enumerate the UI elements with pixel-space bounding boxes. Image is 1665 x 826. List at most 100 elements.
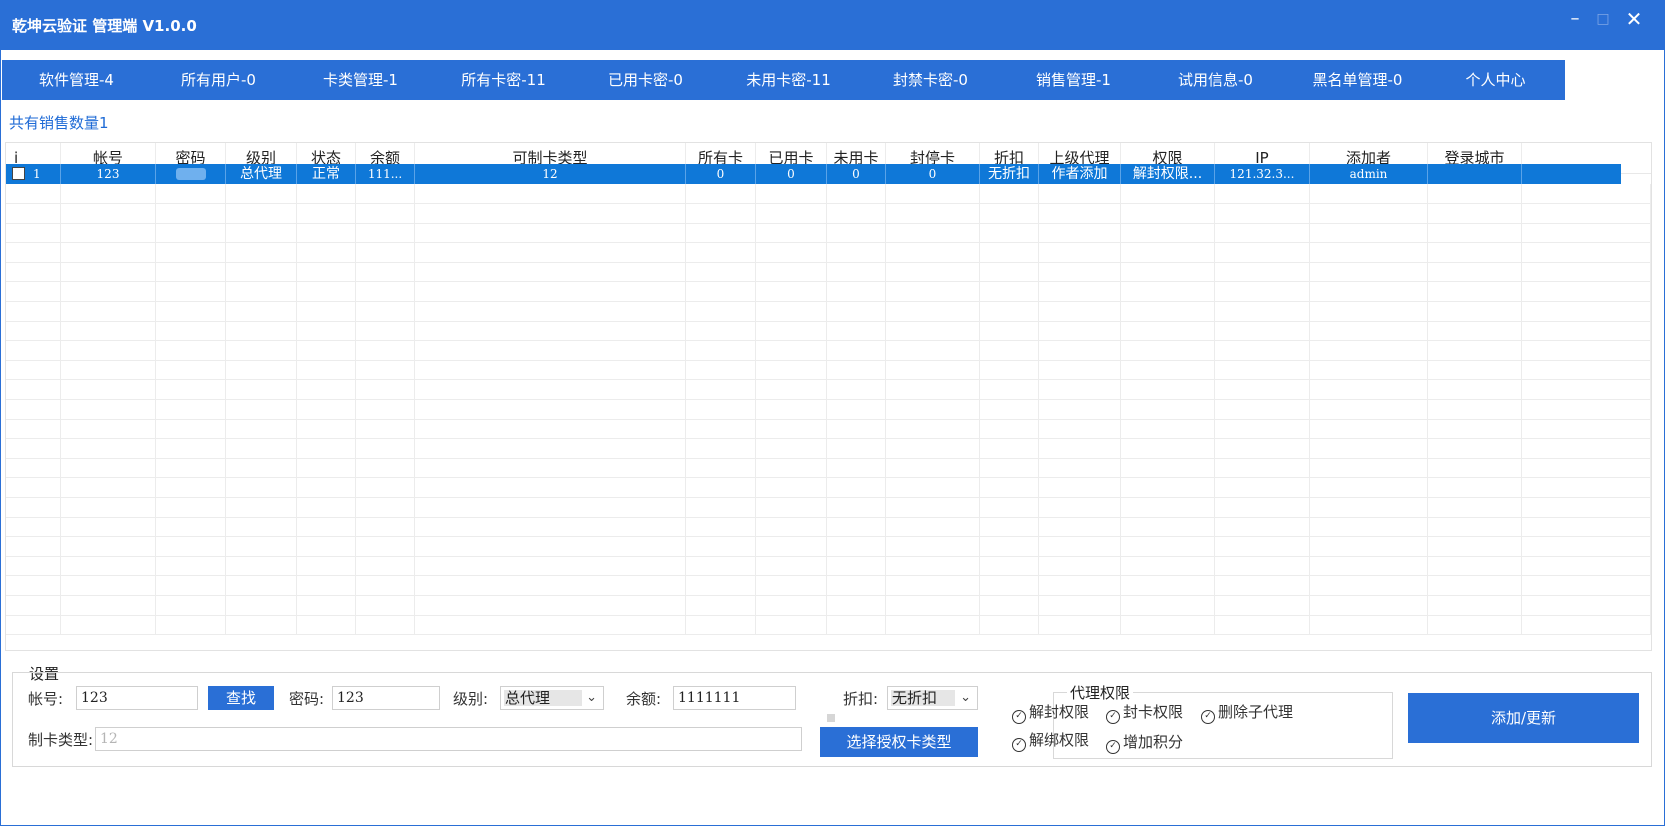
empty-cell (1310, 497, 1428, 518)
tab-unused-card-keys[interactable]: 未用卡密-11 (714, 60, 863, 100)
select-card-type-button[interactable]: 选择授权卡类型 (820, 727, 978, 757)
add-update-button[interactable]: 添加/更新 (1408, 693, 1639, 743)
tab-all-users[interactable]: 所有用户-0 (144, 60, 293, 100)
empty-cell (1121, 223, 1215, 244)
tab-sales-management[interactable]: 销售管理-1 (999, 60, 1148, 100)
permission-unseal-checkbox[interactable]: ✓ 解封权限 (1012, 701, 1089, 724)
tab-personal-center[interactable]: 个人中心 (1426, 60, 1565, 100)
check-circle-icon: ✓ (1201, 710, 1215, 724)
level-label: 级别: (453, 690, 489, 708)
empty-cell (297, 184, 356, 204)
empty-cell (1121, 517, 1215, 538)
empty-row (6, 184, 1651, 204)
account-input[interactable]: 123 (76, 686, 198, 710)
empty-cell (156, 478, 226, 498)
permission-unbind-checkbox[interactable]: ✓ 解绑权限 (1012, 729, 1089, 752)
empty-cell (61, 576, 156, 596)
empty-cell (1215, 478, 1310, 498)
empty-cell (1310, 262, 1428, 283)
empty-cell (415, 615, 686, 636)
level-select-value: 总代理 (505, 689, 551, 707)
empty-cell (1039, 184, 1121, 204)
empty-cell (1039, 321, 1121, 342)
empty-cell (6, 556, 61, 577)
card-type-input[interactable]: 12 (95, 727, 802, 751)
tab-banned-card-keys[interactable]: 封禁卡密-0 (856, 60, 1005, 100)
empty-cell (297, 595, 356, 616)
row-checkbox[interactable] (12, 167, 25, 180)
tab-blacklist-management[interactable]: 黑名单管理-0 (1283, 60, 1432, 100)
empty-cell (1121, 536, 1215, 557)
empty-cell (886, 262, 980, 283)
empty-cell (1121, 242, 1215, 263)
minimize-icon[interactable]: – (1561, 6, 1589, 32)
empty-cell (1428, 282, 1522, 302)
empty-cell (156, 321, 226, 342)
empty-cell (980, 517, 1039, 538)
permission-ban-card-checkbox[interactable]: ✓ 封卡权限 (1106, 701, 1183, 724)
empty-cell (1215, 242, 1310, 263)
cell-login-city (1428, 164, 1522, 184)
password-input[interactable]: 123 (332, 686, 440, 710)
empty-cell (827, 399, 886, 420)
empty-cell (1428, 242, 1522, 263)
empty-row (6, 360, 1651, 381)
empty-cell (686, 184, 756, 204)
maximize-icon[interactable]: □ (1589, 6, 1617, 32)
empty-cell (1522, 340, 1651, 361)
empty-row (6, 223, 1651, 244)
sales-table[interactable]: i 帐号 密码 级别 状态 余额 可制卡类型 所有卡 已用卡 未用卡 封停卡 折… (5, 142, 1652, 651)
empty-cell (61, 458, 156, 479)
empty-cell (415, 556, 686, 577)
empty-cell (1215, 615, 1310, 636)
empty-cell (980, 576, 1039, 596)
empty-cell (356, 301, 415, 322)
balance-input[interactable]: 1111111 (673, 686, 796, 710)
empty-cell (756, 576, 827, 596)
empty-cell (6, 595, 61, 616)
table-row[interactable]: 1 123 总代理 正常 111... 12 0 0 0 0 无折扣 作者添加 … (6, 164, 1621, 184)
level-select[interactable]: 总代理 ⌄ (500, 686, 604, 710)
empty-cell (1121, 399, 1215, 420)
tab-card-type-management[interactable]: 卡类管理-1 (286, 60, 435, 100)
empty-cell (1310, 184, 1428, 204)
empty-cell (1310, 615, 1428, 636)
empty-cell (356, 321, 415, 342)
empty-row (6, 595, 1651, 616)
discount-select[interactable]: 无折扣 ⌄ (887, 686, 978, 710)
empty-cell (1522, 478, 1651, 498)
empty-cell (61, 184, 156, 204)
empty-cell (1428, 262, 1522, 283)
empty-cell (980, 203, 1039, 224)
row-index-cell[interactable]: 1 (6, 164, 61, 184)
close-icon[interactable]: ✕ (1620, 6, 1648, 32)
empty-cell (297, 478, 356, 498)
tab-software-management[interactable]: 软件管理-4 (2, 60, 151, 100)
check-circle-icon: ✓ (1012, 738, 1026, 752)
empty-cell (297, 497, 356, 518)
empty-row (6, 242, 1651, 263)
empty-cell (1428, 576, 1522, 596)
tab-all-card-keys[interactable]: 所有卡密-11 (429, 60, 578, 100)
empty-cell (356, 517, 415, 538)
empty-cell (1039, 340, 1121, 361)
find-button[interactable]: 查找 (208, 686, 274, 710)
cell-discount: 无折扣 (980, 164, 1039, 184)
empty-cell (1215, 301, 1310, 322)
empty-cell (1121, 576, 1215, 596)
permission-add-points-checkbox[interactable]: ✓ 增加积分 (1106, 731, 1183, 754)
empty-cell (886, 301, 980, 322)
empty-cell (226, 262, 297, 283)
tab-used-card-keys[interactable]: 已用卡密-0 (571, 60, 720, 100)
empty-cell (356, 203, 415, 224)
cell-account: 123 (61, 164, 156, 184)
empty-cell (156, 419, 226, 440)
empty-row (6, 399, 1651, 420)
empty-cell (1522, 301, 1651, 322)
tab-trial-info[interactable]: 试用信息-0 (1141, 60, 1290, 100)
permission-delete-subagent-checkbox[interactable]: ✓ 删除子代理 (1201, 701, 1293, 724)
empty-cell (1428, 478, 1522, 498)
empty-cell (827, 438, 886, 459)
empty-cell (1428, 321, 1522, 342)
empty-cell (886, 184, 980, 204)
